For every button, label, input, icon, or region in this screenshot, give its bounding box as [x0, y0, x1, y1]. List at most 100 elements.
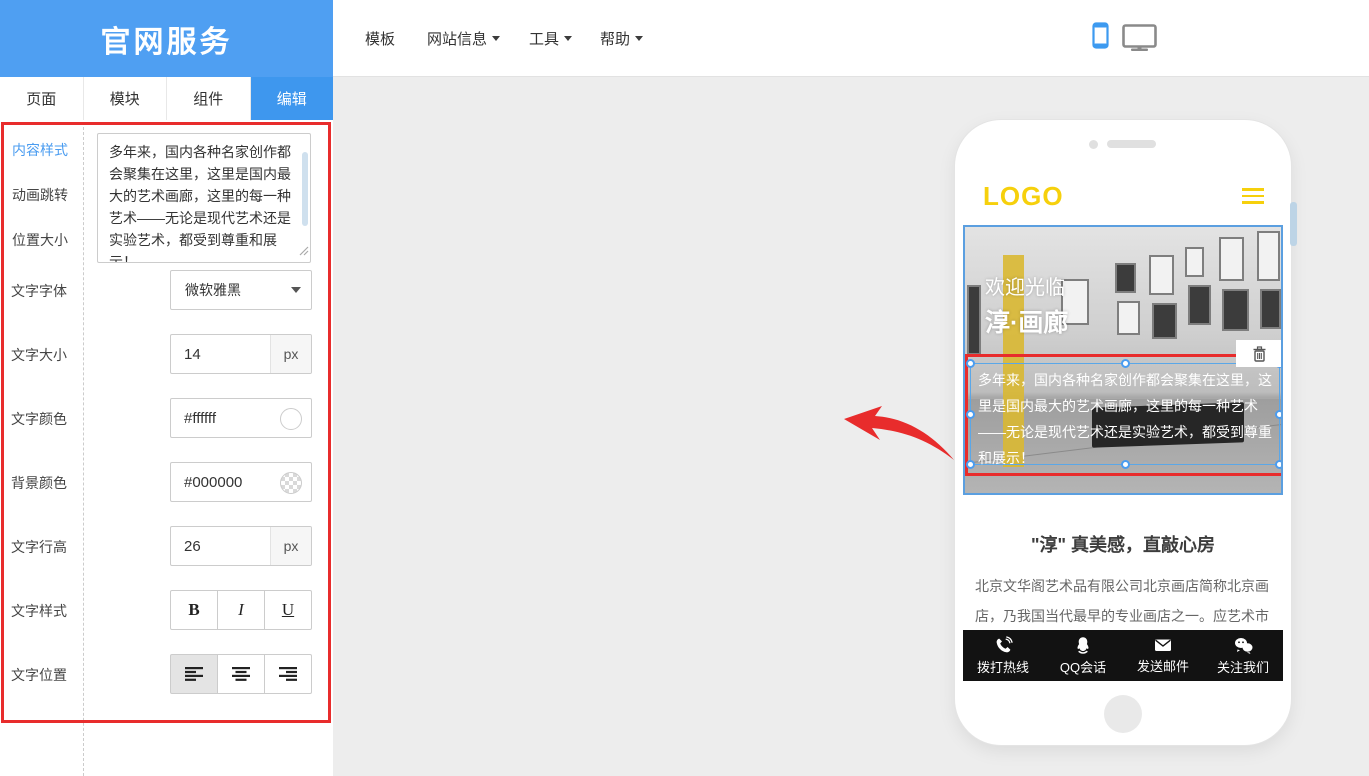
gallery-frame	[1260, 289, 1281, 329]
trash-icon	[1252, 346, 1267, 362]
action-label: QQ会话	[1060, 657, 1106, 676]
caret-down-icon	[291, 287, 301, 293]
phone-icon	[994, 636, 1013, 655]
text-align-group	[170, 654, 312, 694]
align-left-icon	[185, 667, 203, 681]
gallery-frame	[1117, 301, 1140, 335]
bold-button[interactable]: B	[170, 590, 218, 630]
panel-section-content-style[interactable]: 内容样式	[12, 140, 68, 160]
nav-item-template[interactable]: 模板	[365, 0, 395, 76]
field-row-text-color: 文字颜色	[0, 398, 333, 438]
tab-module[interactable]: 模块	[84, 77, 168, 120]
intro-heading[interactable]: "淳" 真美感，直敲心房	[963, 531, 1283, 557]
nav-item-help[interactable]: 帮助	[600, 0, 643, 76]
editor-canvas: LOGO	[333, 77, 1369, 776]
hero-welcome-text[interactable]: 欢迎光临	[985, 271, 1065, 300]
underline-label: U	[282, 600, 294, 620]
phone-screen: LOGO	[963, 165, 1283, 681]
smartphone-icon[interactable]	[1092, 22, 1109, 54]
bg-color-input[interactable]	[171, 463, 261, 501]
resize-handle-se[interactable]	[1275, 460, 1283, 469]
selected-text-block[interactable]: 多年来，国内各种名家创作都会聚集在这里，这里是国内最大的艺术画廊，这里的每一种艺…	[970, 363, 1280, 465]
action-send-email[interactable]: 发送邮件	[1123, 630, 1203, 681]
panel-tabbar: 页面 模块 组件 编辑	[0, 77, 333, 120]
contact-action-bar: 拨打热线 QQ会话 发送邮件	[963, 630, 1283, 681]
site-logo[interactable]: LOGO	[983, 181, 1064, 212]
panel-section-animation-link[interactable]: 动画跳转	[12, 185, 68, 205]
resize-handle-n[interactable]	[1121, 359, 1130, 368]
selected-block-text: 多年来，国内各种名家创作都会聚集在这里，这里是国内最大的艺术画廊，这里的每一种艺…	[978, 367, 1274, 471]
font-family-select[interactable]: 微软雅黑	[170, 270, 312, 310]
gallery-frame	[1188, 285, 1211, 325]
unit-label: px	[270, 527, 311, 565]
field-row-text-style: 文字样式 B I U	[0, 590, 333, 630]
hamburger-menu-icon[interactable]	[1242, 188, 1264, 204]
gallery-frame	[1219, 237, 1244, 281]
tab-edit[interactable]: 编辑	[251, 77, 334, 120]
action-label: 拨打热线	[977, 657, 1029, 676]
resize-handle-s[interactable]	[1121, 460, 1130, 469]
phone-camera-dot	[1089, 140, 1098, 149]
resize-handle-nw[interactable]	[966, 359, 975, 368]
field-label: 文字行高	[11, 537, 67, 557]
annotation-arrow	[820, 396, 960, 474]
font-size-input[interactable]	[171, 335, 271, 373]
gallery-frame	[1152, 303, 1177, 339]
line-height-input[interactable]	[171, 527, 271, 565]
gallery-frame	[1222, 289, 1249, 331]
textarea-scrollbar[interactable]	[302, 152, 308, 226]
tab-label: 组件	[193, 88, 223, 109]
bg-color-swatch[interactable]	[280, 472, 302, 494]
app-window: 官网服务 模板 网站信息 工具 帮助	[0, 0, 1369, 776]
align-center-button[interactable]	[218, 654, 265, 694]
field-row-text-align: 文字位置	[0, 654, 333, 694]
phone-speaker-bar	[1107, 140, 1156, 148]
nav-item-label: 模板	[365, 28, 395, 49]
phone-mockup: LOGO	[955, 120, 1291, 745]
align-right-button[interactable]	[265, 654, 312, 694]
hero-title-text[interactable]: 淳·画廊	[985, 303, 1068, 339]
underline-button[interactable]: U	[265, 590, 312, 630]
field-row-line-height: 文字行高 px	[0, 526, 333, 566]
field-row-font-family: 文字字体 微软雅黑	[0, 270, 333, 310]
bold-label: B	[188, 600, 199, 620]
delete-block-button[interactable]	[1236, 340, 1282, 367]
align-right-icon	[279, 667, 297, 681]
resize-handle-e[interactable]	[1275, 410, 1283, 419]
italic-button[interactable]: I	[218, 590, 265, 630]
tab-label: 模块	[110, 88, 140, 109]
tab-component[interactable]: 组件	[167, 77, 251, 120]
align-center-icon	[232, 667, 250, 681]
action-call-hotline[interactable]: 拨打热线	[963, 630, 1043, 681]
resize-handle-sw[interactable]	[966, 460, 975, 469]
text-color-input[interactable]	[171, 399, 261, 437]
field-row-bg-color: 背景颜色	[0, 462, 333, 502]
qq-icon	[1074, 636, 1092, 655]
textarea-resize-grip[interactable]	[299, 243, 309, 261]
align-left-button[interactable]	[170, 654, 218, 694]
panel-section-position-size[interactable]: 位置大小	[12, 230, 68, 250]
content-textarea[interactable]: 多年来，国内各种名家创作都会聚集在这里，这里是国内最大的艺术画廊，这里的每一种艺…	[98, 134, 310, 262]
monitor-icon[interactable]	[1122, 24, 1157, 56]
content-textarea-wrap: 多年来，国内各种名家创作都会聚集在这里，这里是国内最大的艺术画廊，这里的每一种艺…	[97, 133, 311, 263]
field-label: 背景颜色	[11, 473, 67, 493]
gallery-frame	[1115, 263, 1136, 293]
edit-panel: 内容样式 动画跳转 位置大小 多年来，国内各种名家创作都会聚集在这里，这里是国内…	[0, 120, 333, 776]
preview-scrollbar[interactable]	[1290, 202, 1297, 246]
nav-item-tools[interactable]: 工具	[529, 0, 572, 76]
field-label: 文字字体	[11, 281, 67, 301]
nav-item-site-info[interactable]: 网站信息	[427, 0, 500, 76]
tab-label: 编辑	[277, 88, 307, 109]
hero-section[interactable]: 欢迎光临 淳·画廊	[963, 225, 1283, 495]
line-height-control: px	[170, 526, 312, 566]
text-style-group: B I U	[170, 590, 312, 630]
resize-handle-w[interactable]	[966, 410, 975, 419]
gallery-frame	[1149, 255, 1174, 295]
intro-body[interactable]: 北京文华阁艺术品有限公司北京画店简称北京画店，乃我国当代最早的专业画店之一。应艺…	[975, 571, 1271, 631]
gallery-frame	[1185, 247, 1204, 277]
action-follow-us[interactable]: 关注我们	[1203, 630, 1283, 681]
mail-icon	[1153, 636, 1173, 654]
text-color-swatch[interactable]	[280, 408, 302, 430]
action-qq-chat[interactable]: QQ会话	[1043, 630, 1123, 681]
tab-page[interactable]: 页面	[0, 77, 84, 120]
